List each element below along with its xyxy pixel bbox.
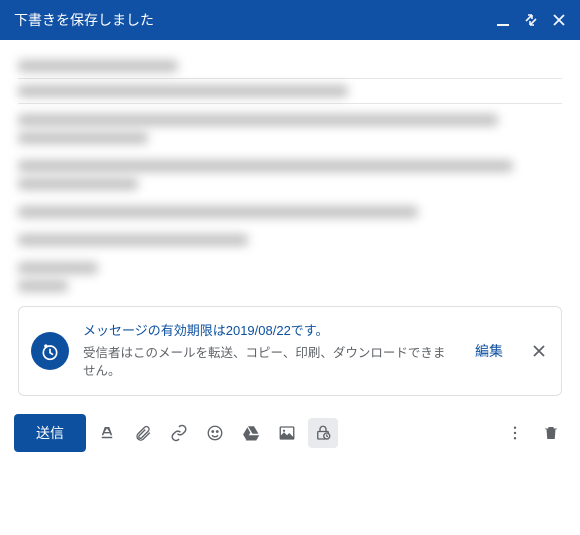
more-options-icon[interactable] (500, 418, 530, 448)
emoji-icon[interactable] (200, 418, 230, 448)
popout-icon[interactable] (524, 13, 538, 27)
to-field-blurred[interactable] (18, 60, 178, 72)
attach-icon[interactable] (128, 418, 158, 448)
compose-toolbar: 送信 (0, 406, 580, 466)
compose-title: 下書きを保存しました (14, 10, 496, 30)
subject-field-blurred[interactable] (18, 85, 348, 97)
link-icon[interactable] (164, 418, 194, 448)
drive-icon[interactable] (236, 418, 266, 448)
confidential-description: 受信者はこのメールを転送、コピー、印刷、ダウンロードできません。 (83, 344, 453, 382)
send-button[interactable]: 送信 (14, 414, 86, 452)
compose-body (0, 40, 580, 292)
confidential-text: メッセージの有効期限は2019/08/22です。 受信者はこのメールを転送、コピ… (83, 321, 453, 381)
formatting-icon[interactable] (92, 418, 122, 448)
minimize-icon[interactable] (496, 13, 510, 27)
dismiss-confidential-icon[interactable] (529, 341, 549, 361)
confidential-mode-banner: メッセージの有効期限は2019/08/22です。 受信者はこのメールを転送、コピ… (18, 306, 562, 396)
image-icon[interactable] (272, 418, 302, 448)
discard-draft-icon[interactable] (536, 418, 566, 448)
message-body-blurred[interactable] (18, 114, 562, 292)
window-controls (496, 13, 566, 27)
edit-button[interactable]: 編集 (467, 335, 511, 367)
divider (18, 78, 562, 79)
confidential-clock-icon (31, 332, 69, 370)
confidential-title: メッセージの有効期限は2019/08/22です。 (83, 321, 453, 341)
close-icon[interactable] (552, 13, 566, 27)
compose-titlebar: 下書きを保存しました (0, 0, 580, 40)
confidential-mode-icon[interactable] (308, 418, 338, 448)
divider (18, 103, 562, 104)
